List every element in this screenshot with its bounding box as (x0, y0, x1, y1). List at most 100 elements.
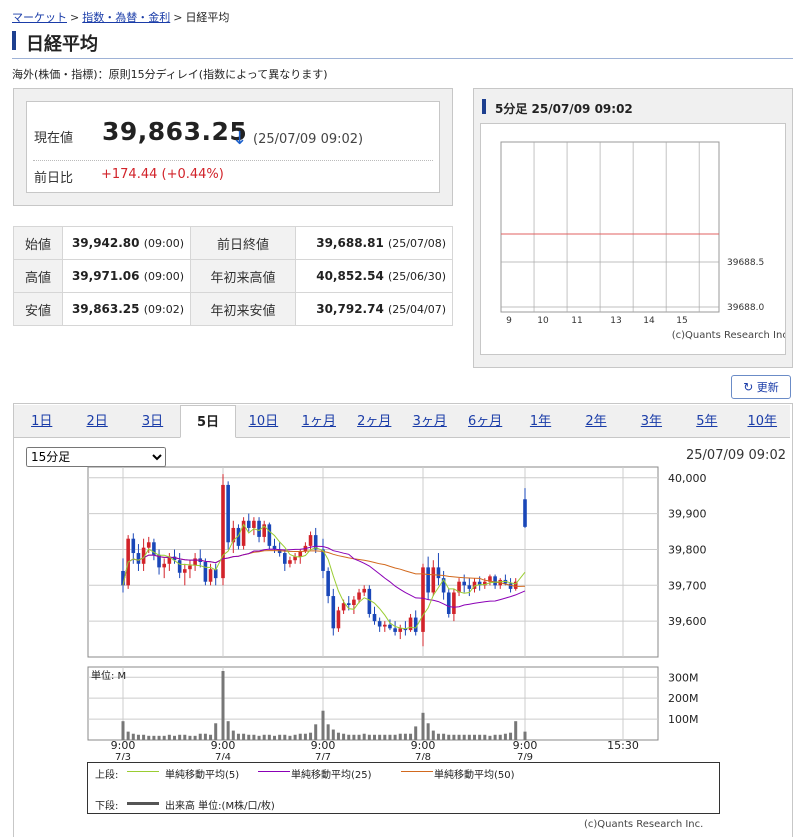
volume-bar (288, 735, 292, 740)
mini-y-tick: 39688.0 (727, 303, 764, 313)
volume-bar (242, 733, 246, 740)
mini-x-tick: 9 (506, 316, 512, 326)
price-volume-chart: 40,000 39,900 39,800 39,700 39,600 300M 200M 10… (87, 466, 707, 760)
volume-bar (398, 733, 402, 740)
candle-body (383, 624, 387, 627)
x-tick-date: 7/8 (415, 752, 431, 760)
volume-bar (326, 724, 330, 740)
volume-bar (503, 733, 507, 740)
candle-body (452, 592, 456, 614)
volume-bar (426, 723, 430, 740)
volume-bar (173, 735, 176, 740)
stat-label: 始値 (13, 226, 63, 260)
volume-unit-label: 単位: M (91, 669, 126, 682)
stat-date: (25/06/30) (388, 270, 446, 283)
mini-chart-inner: 39688.5 39688.0 9 10 11 13 14 15 (c)Quants Resea… (480, 123, 786, 355)
volume-bar (442, 733, 446, 740)
mini-x-tick: 13 (610, 316, 621, 326)
candle-body (462, 581, 466, 586)
volume-bar (514, 721, 518, 740)
stat-time: (09:02) (143, 303, 184, 316)
tab-1ヶ月[interactable]: 1ヶ月 (291, 405, 346, 436)
tab-1日[interactable]: 1日 (14, 405, 69, 436)
volume-bar (478, 734, 482, 740)
volume-bar (214, 723, 218, 740)
mini-chart-panel: 5分足 25/07/09 09:02 39688.5 39688.0 9 10 11 13… (473, 88, 793, 368)
candle-body (352, 599, 356, 606)
volume-bar (183, 734, 187, 740)
page-title: 日経平均 (26, 34, 98, 55)
tab-3日[interactable]: 3日 (125, 405, 180, 436)
stat-number: 39,942.80 (71, 236, 140, 250)
candle-body (508, 583, 513, 589)
candle-body (213, 569, 218, 579)
refresh-icon: ↻ (743, 380, 754, 394)
legend-sma5-swatch (127, 771, 159, 772)
mini-chart-title: 5分足 25/07/09 09:02 (495, 102, 633, 116)
tab-6ヶ月[interactable]: 6ヶ月 (457, 405, 512, 436)
stat-label: 高値 (13, 259, 63, 293)
x-tick-time: 9:00 (211, 739, 236, 752)
breadcrumb-link-market[interactable]: マーケット (12, 11, 67, 24)
x-tick-time: 9:00 (513, 739, 538, 752)
tab-1年[interactable]: 1年 (513, 405, 568, 436)
volume-bar (373, 734, 376, 740)
stat-value: 30,792.74 (25/04/07) (295, 292, 453, 326)
mini-y-tick: 39688.5 (727, 258, 764, 268)
volume-bar (383, 734, 387, 740)
volume-bar (393, 734, 397, 740)
refresh-label: 更新 (756, 381, 779, 394)
period-tabs: 1日 2日 3日 5日 10日 1ヶ月 2ヶ月 3ヶ月 6ヶ月 1年 2年 3年 5年 10年 (14, 405, 790, 438)
volume-bar (336, 732, 340, 740)
price-y-tick: 40,000 (668, 472, 707, 485)
volume-bar (483, 734, 487, 740)
price-y-tick: 39,800 (668, 543, 707, 556)
candle-body (341, 603, 346, 611)
candle-body (336, 610, 341, 629)
tab-5年[interactable]: 5年 (679, 405, 734, 436)
stat-value: 39,971.06 (09:00) (62, 259, 191, 293)
volume-bar (257, 735, 261, 740)
stat-value: 39,688.81 (25/07/08) (295, 226, 453, 260)
volume-bar (262, 734, 266, 740)
candle-body (283, 553, 287, 564)
mini-x-tick: 11 (571, 316, 582, 326)
volume-bar (473, 734, 476, 740)
tab-2ヶ月[interactable]: 2ヶ月 (347, 405, 402, 436)
x-tick-time: 9:00 (411, 739, 436, 752)
volume-bar (342, 733, 346, 740)
tab-10年[interactable]: 10年 (735, 405, 790, 436)
candle-body (208, 569, 213, 582)
breadcrumb-link-indices[interactable]: 指数・為替・金利 (82, 11, 170, 24)
tab-2年[interactable]: 2年 (568, 405, 623, 436)
candle-body (523, 499, 527, 527)
price-y-tick: 39,900 (668, 508, 707, 521)
volume-bar (157, 735, 161, 740)
breadcrumb-separator: > (173, 11, 183, 24)
mini-x-tick: 15 (676, 316, 687, 326)
stat-number: 39,863.25 (71, 302, 140, 316)
volume-bar (278, 734, 282, 740)
volume-bar (267, 734, 271, 740)
tab-3ヶ月[interactable]: 3ヶ月 (402, 405, 457, 436)
quote-time: (25/07/09 09:02) (253, 132, 364, 147)
price-y-tick: 39,700 (668, 579, 707, 592)
stat-label: 安値 (13, 292, 63, 326)
x-tick-date: 7/4 (215, 752, 231, 760)
candle-body (421, 567, 425, 632)
candle-body (203, 562, 208, 582)
tab-10日[interactable]: 10日 (236, 405, 291, 436)
candle-body (431, 567, 436, 593)
tab-5日[interactable]: 5日 (180, 405, 236, 438)
volume-bar (147, 735, 151, 740)
tab-2日[interactable]: 2日 (69, 405, 124, 436)
candle-body (288, 560, 292, 564)
candle-body (146, 542, 151, 548)
candle-body (493, 576, 497, 586)
legend-sma25-swatch (258, 771, 290, 772)
volume-bar (188, 735, 192, 740)
current-price: 39,863.25 (102, 117, 248, 146)
refresh-button[interactable]: ↻ 更新 (731, 375, 791, 399)
tab-3年[interactable]: 3年 (624, 405, 679, 436)
candle-body (372, 613, 377, 622)
